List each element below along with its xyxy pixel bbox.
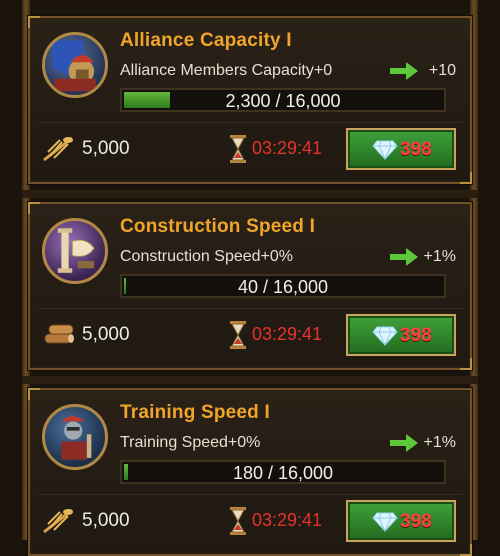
next-level-bonus: +10: [428, 62, 456, 79]
instant-complete-button[interactable]: 398: [346, 500, 456, 542]
warrior-banner-icon: [42, 32, 108, 98]
research-card-alliance-capacity[interactable]: Alliance Capacity I Alliance Members Cap…: [28, 16, 472, 184]
next-level-bonus: +1%: [423, 434, 456, 451]
progress-text: 2,300 / 16,000: [225, 91, 341, 111]
countdown-timer: 03:29:41: [252, 510, 323, 530]
wheat-icon: [43, 508, 73, 534]
divider: [38, 494, 462, 495]
card-title: Alliance Capacity I: [120, 30, 292, 51]
card-title: Construction Speed I: [120, 216, 316, 237]
green-arrow-icon: [390, 62, 418, 80]
green-arrow-icon: [390, 434, 418, 452]
countdown-timer: 03:29:41: [252, 138, 323, 158]
progress-bar: 180 / 16,000: [120, 460, 446, 484]
hourglass-icon: [230, 507, 246, 535]
resource-cost: 5,000: [82, 324, 130, 345]
column-scroll-icon: [42, 218, 108, 284]
wheat-icon: [43, 136, 73, 162]
diamond-icon: [372, 140, 398, 160]
wood-log-icon: [44, 324, 74, 344]
gem-cost: 398: [400, 325, 432, 346]
gem-cost: 398: [400, 139, 432, 160]
hourglass-icon: [230, 321, 246, 349]
next-level-bonus: +1%: [423, 248, 456, 265]
resource-cost: 5,000: [82, 510, 130, 531]
divider: [38, 308, 462, 309]
card-description: Alliance Members Capacity+0: [120, 62, 333, 79]
instant-complete-button[interactable]: 398: [346, 314, 456, 356]
card-description: Construction Speed+0%: [120, 248, 293, 265]
resource-cost: 5,000: [82, 138, 130, 159]
progress-text: 40 / 16,000: [237, 277, 329, 297]
card-separator: [22, 190, 478, 198]
diamond-icon: [372, 326, 398, 346]
green-arrow-icon: [390, 248, 418, 266]
progress-text: 180 / 16,000: [232, 463, 334, 483]
diamond-icon: [372, 512, 398, 532]
card-title: Training Speed I: [120, 402, 270, 423]
research-card-training-speed[interactable]: Training Speed I Training Speed+0% +1% 1…: [28, 388, 472, 556]
divider: [38, 122, 462, 123]
progress-bar: 40 / 16,000: [120, 274, 446, 298]
instant-complete-button[interactable]: 398: [346, 128, 456, 170]
research-card-construction-speed[interactable]: Construction Speed I Construction Speed+…: [28, 202, 472, 370]
gem-cost: 398: [400, 511, 432, 532]
soldier-training-icon: [42, 404, 108, 470]
card-separator: [22, 376, 478, 384]
countdown-timer: 03:29:41: [252, 324, 323, 344]
card-description: Training Speed+0%: [120, 434, 261, 451]
progress-bar: 2,300 / 16,000: [120, 88, 446, 112]
hourglass-icon: [230, 135, 246, 163]
